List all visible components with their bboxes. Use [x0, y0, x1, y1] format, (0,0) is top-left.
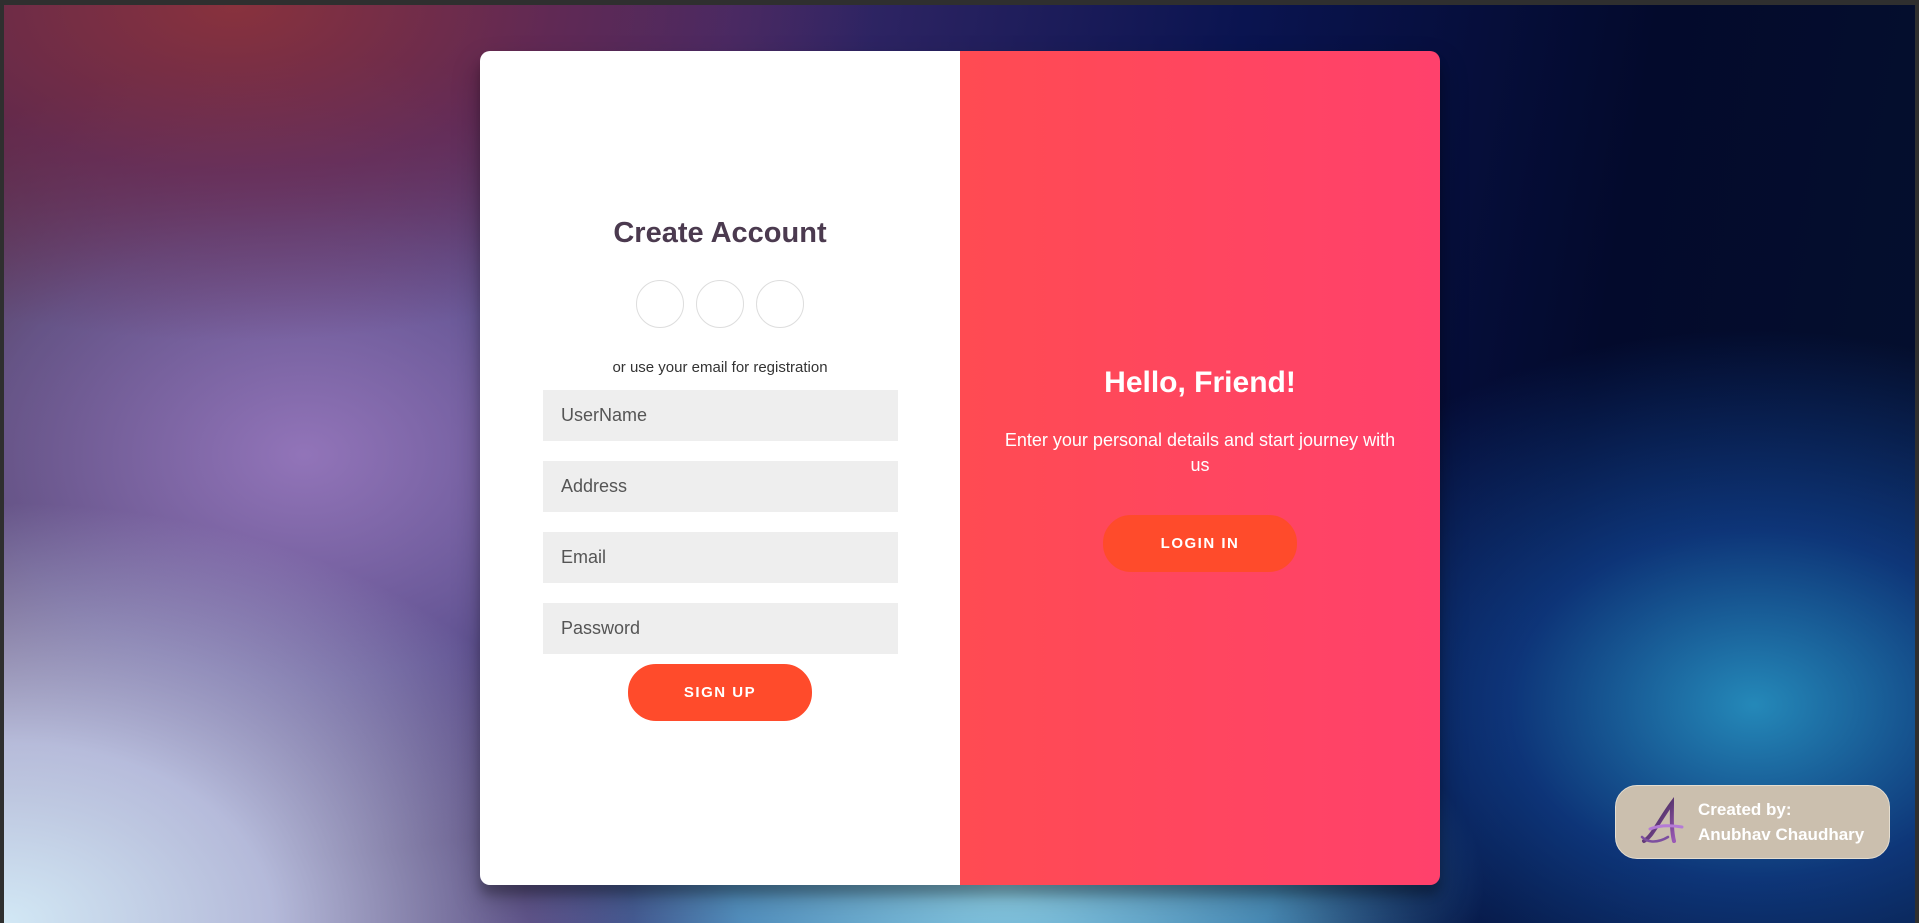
password-input[interactable] — [543, 603, 898, 654]
badge-text: Created by: Anubhav Chaudhary — [1698, 797, 1864, 847]
login-button[interactable]: LOGIN IN — [1103, 515, 1297, 572]
username-input[interactable] — [543, 390, 898, 441]
social-button-2[interactable] — [696, 280, 744, 328]
sign-up-button[interactable]: SIGN UP — [628, 664, 812, 721]
badge-line-1: Created by: — [1698, 800, 1792, 819]
overlay-text: Enter your personal details and start jo… — [1004, 430, 1396, 475]
social-button-1[interactable] — [636, 280, 684, 328]
signup-title: Create Account — [613, 217, 827, 249]
overlay-title: Hello, Friend! — [1104, 366, 1296, 399]
social-buttons — [480, 280, 960, 328]
signup-panel: Create Account or use your email for reg… — [480, 51, 960, 885]
overlay-panel: Hello, Friend! Enter your personal detai… — [960, 51, 1440, 885]
auth-card: Create Account or use your email for reg… — [480, 51, 1440, 885]
creator-badge[interactable]: Created by: Anubhav Chaudhary — [1615, 785, 1890, 859]
registration-hint: or use your email for registration — [612, 359, 828, 376]
author-logo-icon — [1640, 797, 1684, 843]
badge-line-2: Anubhav Chaudhary — [1698, 825, 1865, 844]
email-input[interactable] — [543, 532, 898, 583]
social-button-3[interactable] — [756, 280, 804, 328]
address-input[interactable] — [543, 461, 898, 512]
